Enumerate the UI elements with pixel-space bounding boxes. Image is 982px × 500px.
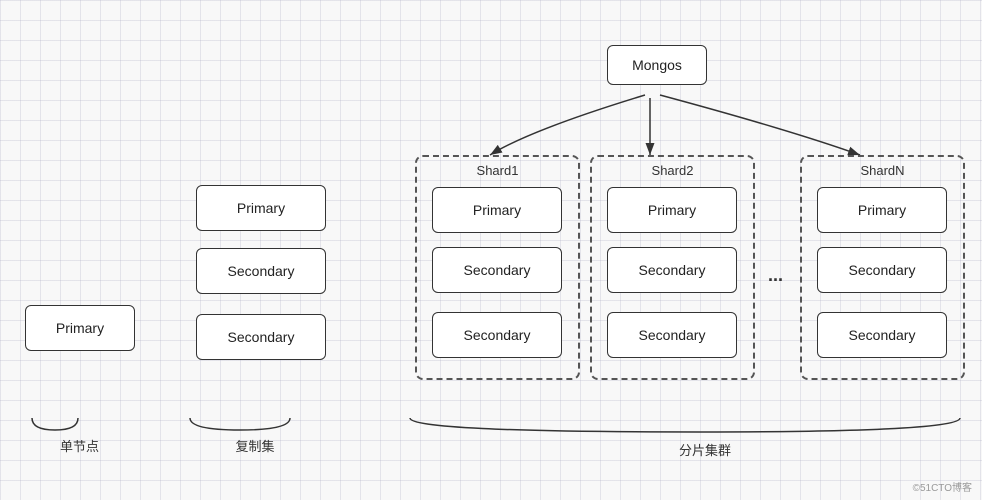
shard2-secondary1-box: Secondary bbox=[607, 247, 737, 293]
repl-secondary1-label: Secondary bbox=[228, 263, 295, 279]
shard2-secondary2-label: Secondary bbox=[639, 327, 706, 343]
mongos-label: Mongos bbox=[632, 57, 682, 73]
shard2-title: Shard2 bbox=[592, 163, 753, 178]
shard1-secondary2-label: Secondary bbox=[464, 327, 531, 343]
repl-secondary2-label: Secondary bbox=[228, 329, 295, 345]
shard2-primary-label: Primary bbox=[648, 202, 696, 218]
copyright-text: ©51CTO博客 bbox=[913, 479, 972, 494]
repl-primary-box: Primary bbox=[196, 185, 326, 231]
single-primary-label: Primary bbox=[56, 320, 104, 336]
ellipsis: ... bbox=[768, 265, 783, 286]
shard2-primary-box: Primary bbox=[607, 187, 737, 233]
shardN-title: ShardN bbox=[802, 163, 963, 178]
sharded-cluster-label: 分片集群 bbox=[580, 440, 830, 459]
shard1-secondary1-label: Secondary bbox=[464, 262, 531, 278]
shard2-secondary2-box: Secondary bbox=[607, 312, 737, 358]
shard1-primary-label: Primary bbox=[473, 202, 521, 218]
shardN-secondary1-box: Secondary bbox=[817, 247, 947, 293]
repl-secondary1-box: Secondary bbox=[196, 248, 326, 294]
shardN-primary-label: Primary bbox=[858, 202, 906, 218]
shardN-secondary2-box: Secondary bbox=[817, 312, 947, 358]
shardN-group: ShardN Primary Secondary Secondary bbox=[800, 155, 965, 380]
shard1-title: Shard1 bbox=[417, 163, 578, 178]
shard2-group: Shard2 Primary Secondary Secondary bbox=[590, 155, 755, 380]
single-node-label: 单节点 bbox=[22, 436, 137, 455]
shard1-group: Shard1 Primary Secondary Secondary bbox=[415, 155, 580, 380]
repl-secondary2-box: Secondary bbox=[196, 314, 326, 360]
shardN-secondary2-label: Secondary bbox=[849, 327, 916, 343]
shard1-secondary1-box: Secondary bbox=[432, 247, 562, 293]
shard1-secondary2-box: Secondary bbox=[432, 312, 562, 358]
single-primary-box: Primary bbox=[25, 305, 135, 351]
repl-primary-label: Primary bbox=[237, 200, 285, 216]
shard2-secondary1-label: Secondary bbox=[639, 262, 706, 278]
shardN-primary-box: Primary bbox=[817, 187, 947, 233]
mongos-box: Mongos bbox=[607, 45, 707, 85]
shardN-secondary1-label: Secondary bbox=[849, 262, 916, 278]
shard1-primary-box: Primary bbox=[432, 187, 562, 233]
replica-set-label: 复制集 bbox=[190, 436, 320, 455]
diagram: Primary 单节点 Primary Secondary Secondary … bbox=[0, 0, 982, 500]
